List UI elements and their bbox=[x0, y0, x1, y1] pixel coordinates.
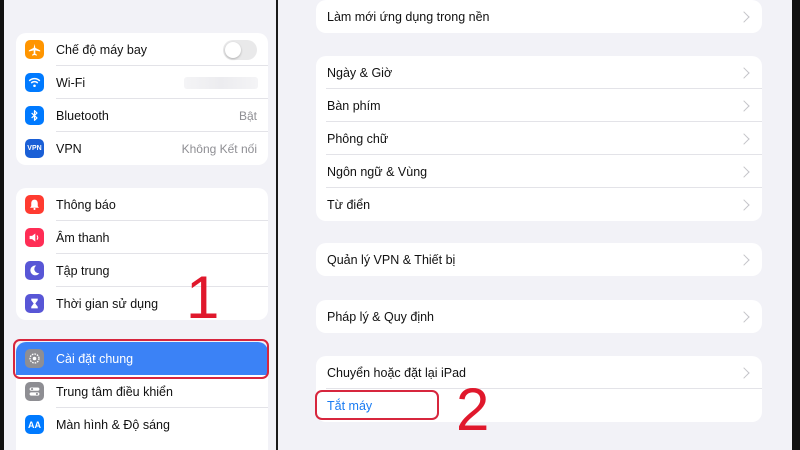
main-group-legal: Pháp lý & Quy định bbox=[316, 300, 762, 333]
wifi-icon bbox=[25, 73, 44, 92]
sidebar-item-focus[interactable]: Tập trung bbox=[16, 254, 268, 287]
sidebar-item-notifications[interactable]: Thông báo bbox=[16, 188, 268, 221]
sidebar-item-label: Chế độ máy bay bbox=[56, 42, 148, 57]
sidebar-item-control-center[interactable]: Trung tâm điều khiển bbox=[16, 375, 268, 408]
chevron-right-icon bbox=[738, 198, 750, 211]
step-number-2: 2 bbox=[456, 376, 490, 443]
list-item-label: Ngày & Giờ bbox=[327, 65, 393, 80]
sidebar-item-airplane-mode[interactable]: Chế độ máy bay bbox=[16, 33, 268, 66]
sidebar-item-bluetooth[interactable]: Bluetooth Bật bbox=[16, 99, 268, 132]
chevron-right-icon bbox=[738, 366, 750, 379]
list-item-label: Pháp lý & Quy định bbox=[327, 309, 435, 324]
switches-icon bbox=[25, 382, 44, 401]
list-item-keyboard[interactable]: Bàn phím bbox=[316, 89, 762, 122]
speaker-icon bbox=[25, 228, 44, 247]
sidebar-group-notifications: Thông báo Âm thanh Tập trung Thời gian s… bbox=[16, 188, 268, 320]
sidebar-item-wifi[interactable]: Wi-Fi bbox=[16, 66, 268, 99]
sidebar-item-display-brightness[interactable]: AA Màn hình & Độ sáng bbox=[16, 408, 268, 441]
sidebar-item-label: Màn hình & Độ sáng bbox=[56, 417, 170, 432]
list-item-label: Từ điển bbox=[327, 197, 371, 212]
list-item-dictionary[interactable]: Từ điển bbox=[316, 188, 762, 221]
bell-icon bbox=[25, 195, 44, 214]
list-item-label: Bàn phím bbox=[327, 98, 381, 113]
list-item-date-time[interactable]: Ngày & Giờ bbox=[316, 56, 762, 89]
wifi-network-name-blurred bbox=[184, 76, 258, 89]
list-item-label: Quản lý VPN & Thiết bị bbox=[327, 252, 456, 267]
settings-sidebar: Chế độ máy bay Wi-Fi Bluetooth Bật VPN V… bbox=[4, 0, 276, 450]
sidebar-item-sounds[interactable]: Âm thanh bbox=[16, 221, 268, 254]
highlight-box-shut-down bbox=[315, 390, 439, 420]
bluetooth-status: Bật bbox=[238, 108, 257, 123]
sidebar-item-label: Wi-Fi bbox=[56, 75, 86, 90]
list-item-vpn-device-management[interactable]: Quản lý VPN & Thiết bị bbox=[316, 243, 762, 276]
sidebar-item-label: VPN bbox=[56, 141, 82, 156]
chevron-right-icon bbox=[738, 165, 750, 178]
sidebar-group-connectivity: Chế độ máy bay Wi-Fi Bluetooth Bật VPN V… bbox=[16, 33, 268, 165]
sidebar-item-label: Trung tâm điều khiển bbox=[56, 384, 173, 399]
general-settings-pane: Làm mới ứng dụng trong nền Ngày & Giờ Bà… bbox=[278, 0, 792, 450]
airplane-mode-toggle[interactable] bbox=[223, 39, 257, 60]
list-item-language-region[interactable]: Ngôn ngữ & Vùng bbox=[316, 155, 762, 188]
sidebar-item-label: Thời gian sử dụng bbox=[56, 296, 159, 311]
vpn-icon: VPN bbox=[25, 139, 44, 158]
list-item-label: Làm mới ứng dụng trong nền bbox=[327, 9, 490, 24]
chevron-right-icon bbox=[738, 132, 750, 145]
sidebar-item-label: Thông báo bbox=[56, 197, 116, 212]
bluetooth-icon bbox=[25, 106, 44, 125]
list-item-fonts[interactable]: Phông chữ bbox=[316, 122, 762, 155]
sidebar-item-vpn[interactable]: VPN VPN Không Kết nối bbox=[16, 132, 268, 165]
vpn-status: Không Kết nối bbox=[181, 141, 257, 156]
device-frame-right bbox=[792, 0, 800, 450]
step-number-1: 1 bbox=[186, 264, 220, 331]
list-item-label: Phông chữ bbox=[327, 131, 389, 146]
sidebar-item-screen-time[interactable]: Thời gian sử dụng bbox=[16, 287, 268, 320]
main-group-background-refresh: Làm mới ứng dụng trong nền bbox=[316, 0, 762, 33]
chevron-right-icon bbox=[738, 99, 750, 112]
list-item-label: Chuyển hoặc đặt lại iPad bbox=[327, 365, 466, 380]
highlight-box-general bbox=[13, 339, 269, 379]
sidebar-item-label: Bluetooth bbox=[56, 108, 109, 123]
list-item-label: Ngôn ngữ & Vùng bbox=[327, 164, 428, 179]
airplane-icon bbox=[25, 40, 44, 59]
main-group-vpn-management: Quản lý VPN & Thiết bị bbox=[316, 243, 762, 276]
chevron-right-icon bbox=[738, 10, 750, 23]
list-item-background-app-refresh[interactable]: Làm mới ứng dụng trong nền bbox=[316, 0, 762, 33]
hourglass-icon bbox=[25, 294, 44, 313]
sidebar-item-label: Tập trung bbox=[56, 263, 110, 278]
list-item-legal-regulatory[interactable]: Pháp lý & Quy định bbox=[316, 300, 762, 333]
display-icon: AA bbox=[25, 415, 44, 434]
chevron-right-icon bbox=[738, 310, 750, 323]
main-group-date-keyboard: Ngày & Giờ Bàn phím Phông chữ Ngôn ngữ &… bbox=[316, 56, 762, 221]
sidebar-item-label: Âm thanh bbox=[56, 230, 110, 245]
chevron-right-icon bbox=[738, 66, 750, 79]
list-item-transfer-reset[interactable]: Chuyển hoặc đặt lại iPad bbox=[316, 356, 762, 389]
moon-icon bbox=[25, 261, 44, 280]
chevron-right-icon bbox=[738, 253, 750, 266]
